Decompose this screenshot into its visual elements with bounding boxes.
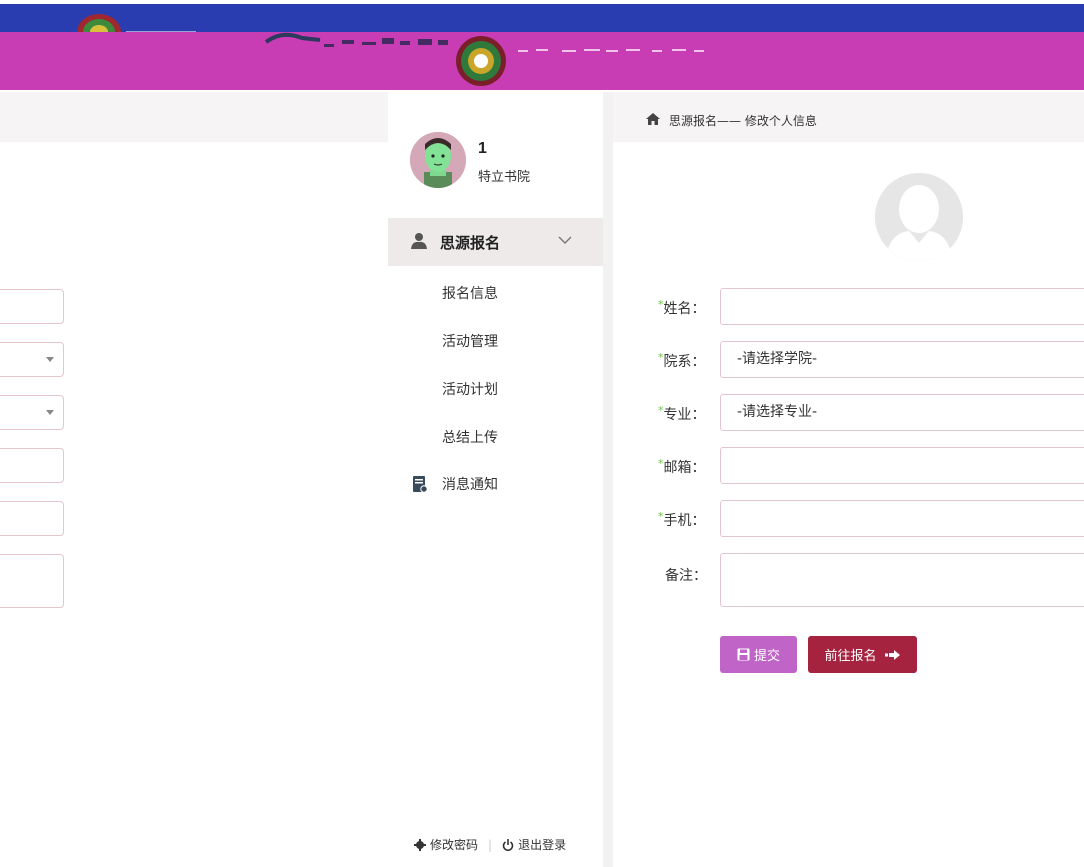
background-input bbox=[0, 501, 64, 536]
menu-group-siyuan-signup[interactable]: 思源报名 bbox=[388, 218, 603, 266]
power-icon bbox=[502, 838, 514, 851]
sidebar-item-messages[interactable]: 消息通知 bbox=[442, 474, 498, 494]
logo-fragment bbox=[264, 32, 321, 44]
submit-button[interactable]: 提交 bbox=[720, 636, 797, 673]
phone-label: *手机： bbox=[658, 510, 706, 529]
logout-link[interactable]: 退出登录 bbox=[502, 836, 566, 853]
sidebar: 1 特立书院 思源报名 报名信息 活动管理 活动计划 总结上传 消息通知 修改密… bbox=[388, 92, 603, 867]
background-select bbox=[0, 395, 64, 430]
department-select[interactable]: -请选择学院- bbox=[720, 341, 1084, 378]
background-input bbox=[0, 448, 64, 483]
top-bar bbox=[0, 4, 1084, 32]
name-label: *姓名： bbox=[658, 298, 706, 317]
arrow-right-icon bbox=[884, 649, 900, 660]
logo-emblem-left bbox=[77, 14, 121, 32]
goto-signup-label: 前往报名 bbox=[824, 649, 877, 664]
banner-title-graphic bbox=[324, 38, 704, 52]
user-college: 特立书院 bbox=[478, 170, 531, 185]
profile-photo-placeholder[interactable] bbox=[875, 173, 963, 261]
caret-down-icon bbox=[46, 357, 54, 362]
logout-label: 退出登录 bbox=[518, 838, 567, 852]
home-icon[interactable] bbox=[645, 112, 661, 126]
chevron-down-icon bbox=[558, 236, 572, 244]
avatar[interactable] bbox=[410, 132, 466, 188]
background-page-header bbox=[0, 92, 390, 142]
header-banner bbox=[0, 32, 1084, 90]
background-select bbox=[0, 342, 64, 377]
user-icon bbox=[411, 233, 427, 249]
breadcrumb: 思源报名—— 修改个人信息 bbox=[613, 92, 1084, 142]
change-password-label: 修改密码 bbox=[430, 838, 479, 852]
sidebar-item-summary-upload[interactable]: 总结上传 bbox=[442, 427, 498, 447]
email-label: *邮箱： bbox=[658, 457, 706, 476]
footer-separator: | bbox=[488, 837, 493, 852]
user-silhouette-icon bbox=[875, 173, 963, 261]
menu-group-label: 思源报名 bbox=[440, 234, 501, 252]
sidebar-footer: 修改密码 | 退出登录 bbox=[414, 836, 566, 853]
sidebar-divider bbox=[603, 92, 613, 867]
breadcrumb-text: 思源报名—— 修改个人信息 bbox=[669, 114, 817, 128]
phone-field[interactable] bbox=[720, 500, 1084, 537]
sidebar-item-activity-plan[interactable]: 活动计划 bbox=[442, 379, 498, 399]
save-icon bbox=[737, 648, 750, 661]
name-field[interactable] bbox=[720, 288, 1084, 325]
sidebar-item-signup-info[interactable]: 报名信息 bbox=[442, 283, 498, 303]
major-label: *专业： bbox=[658, 404, 706, 423]
submit-button-label: 提交 bbox=[753, 649, 780, 664]
user-name: 1 bbox=[478, 140, 487, 157]
background-textarea bbox=[0, 554, 64, 608]
message-icon bbox=[413, 476, 428, 493]
department-label: *院系： bbox=[658, 351, 706, 370]
caret-down-icon bbox=[46, 410, 54, 415]
avatar-image bbox=[410, 132, 466, 188]
goto-signup-button[interactable]: 前往报名 bbox=[808, 636, 917, 673]
background-input bbox=[0, 289, 64, 324]
sidebar-item-activity-management[interactable]: 活动管理 bbox=[442, 331, 498, 351]
change-password-link[interactable]: 修改密码 bbox=[414, 836, 478, 853]
remark-textarea[interactable] bbox=[720, 553, 1084, 607]
remark-label: 备注： bbox=[665, 568, 707, 584]
gear-icon bbox=[414, 838, 426, 851]
major-select[interactable]: -请选择专业- bbox=[720, 394, 1084, 431]
email-field[interactable] bbox=[720, 447, 1084, 484]
